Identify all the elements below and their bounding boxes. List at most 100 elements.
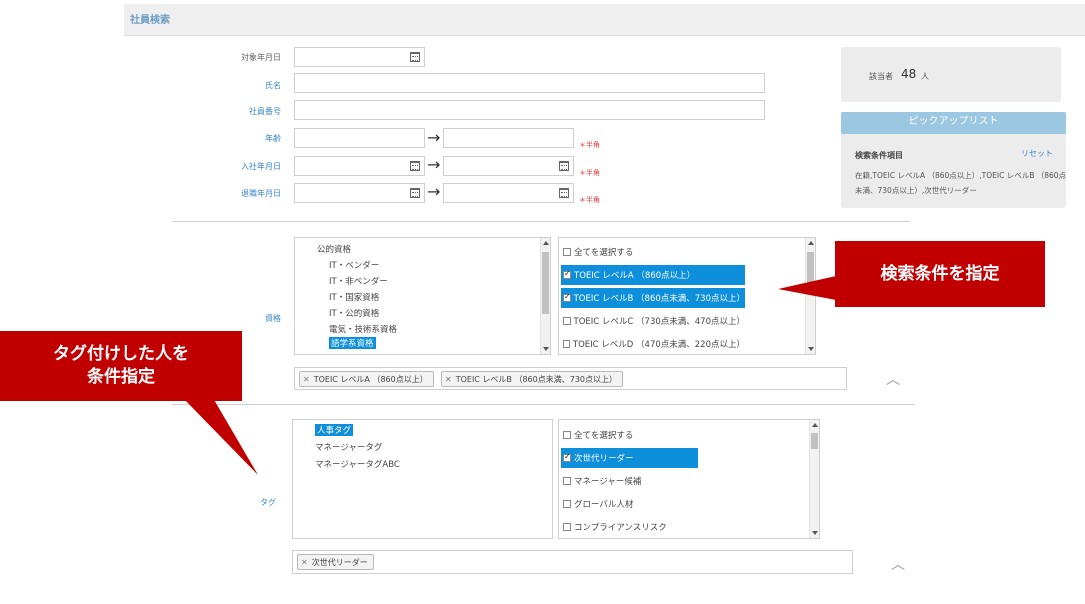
selected-chip[interactable]: ✕ 次世代リーダー <box>297 554 374 570</box>
scrollbar[interactable] <box>809 420 819 538</box>
checkbox-checked[interactable] <box>563 292 571 302</box>
result-count-unit: 人 <box>921 72 929 81</box>
scroll-thumb[interactable] <box>807 252 814 288</box>
callout-line: 条件指定 <box>87 367 155 387</box>
tag-category-tree[interactable]: 人事タグ マネージャータグ マネージャータグABC <box>292 419 553 539</box>
checkbox[interactable] <box>563 523 571 531</box>
result-count-value: 48 <box>901 67 917 81</box>
name-input[interactable] <box>294 73 765 93</box>
option-toeic-b[interactable]: TOEIC レベルB （860点未満、730点以上） <box>561 288 745 308</box>
arrow-right-icon: → <box>427 128 441 147</box>
scroll-thumb[interactable] <box>542 252 549 314</box>
checkbox[interactable] <box>563 477 571 485</box>
selected-tags-box[interactable]: ✕ 次世代リーダー <box>292 550 853 574</box>
scroll-down-icon[interactable] <box>812 531 818 535</box>
arrow-right-icon: → <box>427 155 441 174</box>
scroll-down-icon[interactable] <box>808 347 814 351</box>
calendar-icon[interactable] <box>559 188 569 198</box>
target-date-label: 対象年月日 <box>241 53 281 62</box>
hire-date-to-input[interactable] <box>443 156 574 176</box>
option-label: 全てを選択する <box>574 431 634 441</box>
option-toeic-c[interactable]: TOEIC レベルC （730点未満、470点以上） <box>561 311 745 331</box>
option-label: TOEIC レベルD （470点未満、220点以上） <box>572 340 745 350</box>
checkbox-checked[interactable] <box>563 269 571 279</box>
tree-item-selected[interactable]: 語学系資格 <box>329 337 376 349</box>
calendar-icon[interactable] <box>410 52 420 62</box>
option-toeic-a[interactable]: TOEIC レベルA （860点以上） <box>561 265 745 285</box>
chevron-up-icon[interactable]: ︿ <box>886 369 900 389</box>
chevron-up-icon[interactable]: ︿ <box>891 554 905 574</box>
checkbox[interactable] <box>563 500 571 508</box>
retire-date-from-input[interactable] <box>294 183 425 203</box>
chip-label: TOEIC レベルB （860点未満、730点以上） <box>455 374 617 384</box>
tree-item[interactable]: マネージャータグABC <box>315 458 400 470</box>
result-count-label: 該当者 <box>869 72 893 81</box>
checkbox[interactable] <box>563 317 571 325</box>
option-compliance-risk[interactable]: コンプライアンスリスク <box>561 517 701 537</box>
scroll-down-icon[interactable] <box>543 347 549 351</box>
calendar-icon[interactable] <box>410 188 420 198</box>
tree-item[interactable]: IT・ベンダー <box>329 259 379 271</box>
option-label: グローバル人材 <box>574 500 634 510</box>
tag-options-list[interactable]: 全てを選択する 次世代リーダー マネージャー候補 グローバル人材 コンプライアン… <box>558 419 820 539</box>
callout-search-conditions: 検索条件を指定 <box>835 241 1045 307</box>
qualification-options-list[interactable]: 全てを選択する TOEIC レベルA （860点以上） TOEIC レベルB （… <box>558 237 816 355</box>
retire-date-label: 退職年月日 <box>241 189 281 198</box>
employee-no-label: 社員番号 <box>249 107 281 116</box>
scroll-up-icon[interactable] <box>812 423 818 427</box>
tree-item[interactable]: 公的資格 <box>317 243 351 255</box>
qualification-label: 資格 <box>265 314 281 323</box>
scroll-thumb[interactable] <box>811 433 818 449</box>
hire-date-from-input[interactable] <box>294 156 425 176</box>
reset-link[interactable]: リセット <box>1021 148 1053 159</box>
scrollbar[interactable] <box>540 238 550 354</box>
scroll-up-icon[interactable] <box>543 241 549 245</box>
callout-tag-conditions: タグ付けした人を 条件指定 <box>0 331 242 401</box>
scroll-up-icon[interactable] <box>808 241 814 245</box>
select-all-option[interactable]: 全てを選択する <box>561 425 701 445</box>
checkbox[interactable] <box>563 431 571 439</box>
close-icon[interactable]: ✕ <box>445 375 452 384</box>
option-label: コンプライアンスリスク <box>574 523 667 533</box>
tree-item[interactable]: マネージャータグ <box>315 441 382 453</box>
age-from-input[interactable] <box>294 128 425 148</box>
close-icon[interactable]: ✕ <box>301 558 308 567</box>
hire-date-label: 入社年月日 <box>241 162 281 171</box>
employee-no-input[interactable] <box>294 100 765 120</box>
checkbox[interactable] <box>563 340 570 348</box>
option-next-gen-leader[interactable]: 次世代リーダー <box>561 448 698 468</box>
select-all-option[interactable]: 全てを選択する <box>561 242 745 262</box>
pickup-list-button[interactable]: ピックアップリスト <box>841 112 1066 134</box>
option-label: TOEIC レベルB （860点未満、730点以上） <box>573 294 745 304</box>
retire-date-to-input[interactable] <box>443 183 574 203</box>
tree-item[interactable]: IT・非ベンダー <box>329 275 388 287</box>
close-icon[interactable]: ✕ <box>303 375 310 384</box>
divider <box>172 221 910 222</box>
option-toeic-d[interactable]: TOEIC レベルD （470点未満、220点以上） <box>561 334 745 354</box>
selected-qualifications-box[interactable]: ✕ TOEIC レベルA （860点以上） ✕ TOEIC レベルB （860点未満… <box>294 367 847 390</box>
target-date-input[interactable] <box>294 47 425 67</box>
divider <box>172 404 915 405</box>
age-to-input[interactable] <box>443 128 574 148</box>
calendar-icon[interactable] <box>410 161 420 171</box>
checkbox-checked[interactable] <box>563 452 571 462</box>
qualification-category-tree[interactable]: 公的資格 IT・ベンダー IT・非ベンダー IT・国家資格 IT・公的資格 電気… <box>294 237 551 355</box>
calendar-icon[interactable] <box>559 161 569 171</box>
tree-item[interactable]: 電気・技術系資格 <box>329 323 397 335</box>
selected-chip[interactable]: ✕ TOEIC レベルA （860点以上） <box>299 371 434 387</box>
tree-item-selected[interactable]: 人事タグ <box>315 424 354 436</box>
hankaku-note: ＊半角 <box>579 169 600 177</box>
name-label: 氏名 <box>265 81 281 90</box>
hankaku-note: ＊半角 <box>579 141 600 149</box>
arrow-right-icon: → <box>427 182 441 201</box>
scrollbar[interactable] <box>805 238 815 354</box>
tree-item[interactable]: IT・国家資格 <box>329 291 379 303</box>
option-label: マネージャー候補 <box>574 477 642 487</box>
option-global-talent[interactable]: グローバル人材 <box>561 494 701 514</box>
tree-item[interactable]: IT・公的資格 <box>329 307 379 319</box>
selected-chip[interactable]: ✕ TOEIC レベルB （860点未満、730点以上） <box>441 371 623 387</box>
checkbox[interactable] <box>563 248 571 256</box>
conditions-text: 在籍,TOEIC レベルA （860点以上）,TOEIC レベルB （860点未… <box>855 171 1067 195</box>
option-manager-candidate[interactable]: マネージャー候補 <box>561 471 701 491</box>
chip-label: TOEIC レベルA （860点以上） <box>313 374 428 384</box>
